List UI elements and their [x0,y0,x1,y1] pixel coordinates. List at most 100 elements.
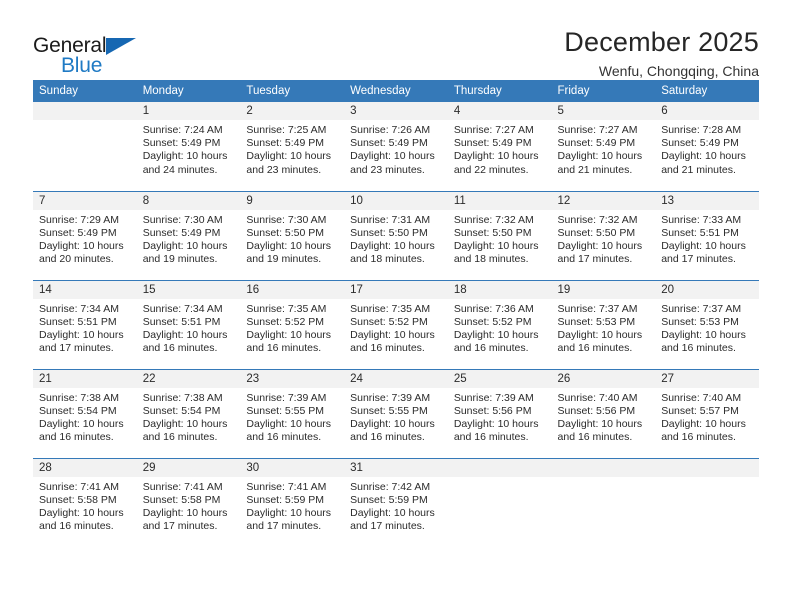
calendar-day-cell[interactable]: 7 Sunrise: 7:29 AM Sunset: 5:49 PM Daylight… [33,190,137,280]
calendar-day-cell[interactable]: 4 Sunrise: 7:27 AM Sunset: 5:49 PM Daylight… [447,102,552,191]
sun-info: Sunrise: 7:31 AM Sunset: 5:50 PM Daylight:… [344,210,448,267]
weekday-header-tuesday: Tuesday [240,80,345,102]
daylight-text-line1: Daylight: 10 hours [246,506,332,519]
calendar-empty-cell [33,102,137,191]
day-number: 27 [655,369,759,388]
sun-info: Sunrise: 7:37 AM Sunset: 5:53 PM Daylight:… [552,299,656,356]
calendar-day-cell[interactable]: 8 Sunrise: 7:30 AM Sunset: 5:49 PM Daylight… [136,190,241,280]
day-number: 26 [551,369,656,388]
daylight-text-line1: Daylight: 10 hours [142,417,228,430]
calendar-day-cell[interactable]: 17 Sunrise: 7:35 AM Sunset: 5:52 PM Dayligh… [344,279,448,369]
calendar-day-cell[interactable]: 23 Sunrise: 7:39 AM Sunset: 5:55 PM Dayligh… [240,368,345,458]
sun-info: Sunrise: 7:41 AM Sunset: 5:59 PM Daylight:… [240,477,344,534]
sunset-text: Sunset: 5:55 PM [246,404,325,417]
sunrise-text: Sunrise: 7:37 AM [661,302,742,315]
calendar-day-cell[interactable]: 5 Sunrise: 7:27 AM Sunset: 5:49 PM Daylight… [551,102,656,191]
calendar-day-cell[interactable]: 16 Sunrise: 7:35 AM Sunset: 5:52 PM Dayligh… [240,279,345,369]
sunset-text: Sunset: 5:53 PM [661,315,739,328]
day-cell-inner: 2 Sunrise: 7:25 AM Sunset: 5:49 PM Daylight… [240,102,345,191]
sunrise-text: Sunrise: 7:41 AM [246,480,327,493]
daylight-text-line1: Daylight: 10 hours [39,328,124,341]
calendar-day-cell[interactable]: 24 Sunrise: 7:39 AM Sunset: 5:55 PM Dayligh… [344,368,448,458]
calendar-day-cell[interactable]: 31 Sunrise: 7:42 AM Sunset: 5:59 PM Dayligh… [344,457,448,548]
sunrise-text: Sunrise: 7:27 AM [557,124,638,136]
sunset-text: Sunset: 5:51 PM [661,226,739,239]
calendar-day-cell[interactable]: 25 Sunrise: 7:39 AM Sunset: 5:56 PM Dayligh… [447,368,552,458]
day-number [33,102,137,120]
daylight-text-line2: and 16 minutes. [350,342,425,355]
day-cell-inner: 29 Sunrise: 7:41 AM Sunset: 5:58 PM Dayligh… [136,458,241,548]
day-cell-inner: 12 Sunrise: 7:32 AM Sunset: 5:50 PM Dayligh… [551,191,656,280]
sunrise-text: Sunrise: 7:39 AM [246,391,327,404]
sunrise-text: Sunrise: 7:41 AM [39,480,119,493]
daylight-text-line2: and 18 minutes. [453,253,529,266]
sunrise-text: Sunrise: 7:38 AM [142,391,223,404]
sun-info: Sunrise: 7:25 AM Sunset: 5:49 PM Daylight:… [240,120,344,177]
calendar-day-cell[interactable]: 2 Sunrise: 7:25 AM Sunset: 5:49 PM Daylight… [240,102,345,191]
sunrise-text: Sunrise: 7:30 AM [246,213,327,226]
calendar-day-cell[interactable]: 12 Sunrise: 7:32 AM Sunset: 5:50 PM Dayligh… [551,190,656,280]
calendar-day-cell[interactable]: 11 Sunrise: 7:32 AM Sunset: 5:50 PM Dayligh… [447,190,552,280]
calendar-day-cell[interactable]: 21 Sunrise: 7:38 AM Sunset: 5:54 PM Dayligh… [33,368,137,458]
calendar-day-cell[interactable]: 6 Sunrise: 7:28 AM Sunset: 5:49 PM Daylight… [655,102,759,191]
calendar-day-cell[interactable]: 14 Sunrise: 7:34 AM Sunset: 5:51 PM Dayligh… [33,279,137,369]
day-number: 19 [551,280,656,299]
day-cell-inner: 31 Sunrise: 7:42 AM Sunset: 5:59 PM Dayligh… [344,458,448,548]
day-number [655,458,759,477]
calendar-day-cell[interactable]: 28 Sunrise: 7:41 AM Sunset: 5:58 PM Dayligh… [33,457,137,547]
weekday-header-sunday: Sunday [33,80,137,102]
sunset-text: Sunset: 5:50 PM [246,226,325,239]
daylight-text-line1: Daylight: 10 hours [246,150,332,163]
weekday-header-thursday: Thursday [447,80,552,102]
daylight-text-line2: and 24 minutes. [142,163,218,176]
day-cell-inner: 7 Sunrise: 7:29 AM Sunset: 5:49 PM Daylight… [33,191,137,280]
weekday-header-wednesday: Wednesday [344,80,448,102]
calendar-day-cell[interactable]: 18 Sunrise: 7:36 AM Sunset: 5:52 PM Dayligh… [447,279,552,369]
day-number [447,458,552,477]
sunrise-text: Sunrise: 7:41 AM [142,480,223,493]
calendar-day-cell[interactable]: 9 Sunrise: 7:30 AM Sunset: 5:50 PM Daylight… [240,190,345,280]
sun-info: Sunrise: 7:35 AM Sunset: 5:52 PM Daylight:… [344,299,448,356]
sun-info: Sunrise: 7:38 AM Sunset: 5:54 PM Daylight:… [33,388,137,445]
daylight-text-line1: Daylight: 10 hours [39,239,124,252]
calendar-grid: Sunday Monday Tuesday Wednesday Thursday Frid… [33,80,759,547]
sunset-text: Sunset: 5:59 PM [350,493,428,506]
daylight-text-line2: and 16 minutes. [453,431,529,444]
daylight-text-line2: and 16 minutes. [661,342,736,355]
calendar-day-cell[interactable]: 30 Sunrise: 7:41 AM Sunset: 5:59 PM Dayligh… [240,457,345,547]
day-number: 3 [344,102,448,120]
day-cell-inner: 17 Sunrise: 7:35 AM Sunset: 5:52 PM Dayligh… [344,280,448,369]
calendar-day-cell[interactable]: 13 Sunrise: 7:33 AM Sunset: 5:51 PM Dayligh… [655,190,759,280]
daylight-text-line2: and 21 minutes. [557,163,633,176]
day-number: 30 [240,458,345,477]
calendar-day-cell[interactable]: 22 Sunrise: 7:38 AM Sunset: 5:54 PM Dayligh… [136,368,241,458]
day-number: 10 [344,191,448,210]
calendar-day-cell[interactable]: 20 Sunrise: 7:37 AM Sunset: 5:53 PM Dayligh… [655,279,759,369]
sunset-text: Sunset: 5:50 PM [350,226,428,239]
sun-info: Sunrise: 7:39 AM Sunset: 5:55 PM Daylight:… [240,388,344,445]
day-number: 16 [240,280,345,299]
sun-info: Sunrise: 7:42 AM Sunset: 5:59 PM Daylight:… [344,477,448,534]
daylight-text-line2: and 16 minutes. [246,431,322,444]
calendar-day-cell[interactable]: 27 Sunrise: 7:40 AM Sunset: 5:57 PM Dayligh… [655,368,759,458]
calendar-day-cell[interactable]: 26 Sunrise: 7:40 AM Sunset: 5:56 PM Dayligh… [551,368,656,458]
calendar-day-cell[interactable]: 15 Sunrise: 7:34 AM Sunset: 5:51 PM Dayligh… [136,279,241,369]
sunrise-text: Sunrise: 7:35 AM [350,302,431,315]
daylight-text-line2: and 17 minutes. [142,520,218,533]
daylight-text-line1: Daylight: 10 hours [142,506,228,519]
sunset-text: Sunset: 5:50 PM [453,226,532,239]
calendar-day-cell[interactable]: 29 Sunrise: 7:41 AM Sunset: 5:58 PM Dayligh… [136,457,241,548]
sunrise-text: Sunrise: 7:25 AM [246,124,327,136]
day-cell-inner: 21 Sunrise: 7:38 AM Sunset: 5:54 PM Dayligh… [33,369,137,458]
sun-info: Sunrise: 7:40 AM Sunset: 5:56 PM Daylight:… [552,388,656,445]
daylight-text-line2: and 16 minutes. [557,342,633,355]
calendar-day-cell[interactable]: 10 Sunrise: 7:31 AM Sunset: 5:50 PM Dayligh… [344,190,448,280]
sun-info: Sunrise: 7:35 AM Sunset: 5:52 PM Daylight:… [240,299,344,356]
calendar-day-cell[interactable]: 3 Sunrise: 7:26 AM Sunset: 5:49 PM Daylight… [344,102,448,191]
daylight-text-line2: and 16 minutes. [246,342,322,355]
general-blue-logo[interactable]: General Blue [33,26,163,82]
calendar-day-cell[interactable]: 19 Sunrise: 7:37 AM Sunset: 5:53 PM Dayligh… [551,279,656,369]
day-cell-inner [33,102,137,191]
day-cell-inner: 16 Sunrise: 7:35 AM Sunset: 5:52 PM Dayligh… [240,280,345,369]
calendar-day-cell[interactable]: 1 Sunrise: 7:24 AM Sunset: 5:49 PM Daylight… [136,102,241,191]
